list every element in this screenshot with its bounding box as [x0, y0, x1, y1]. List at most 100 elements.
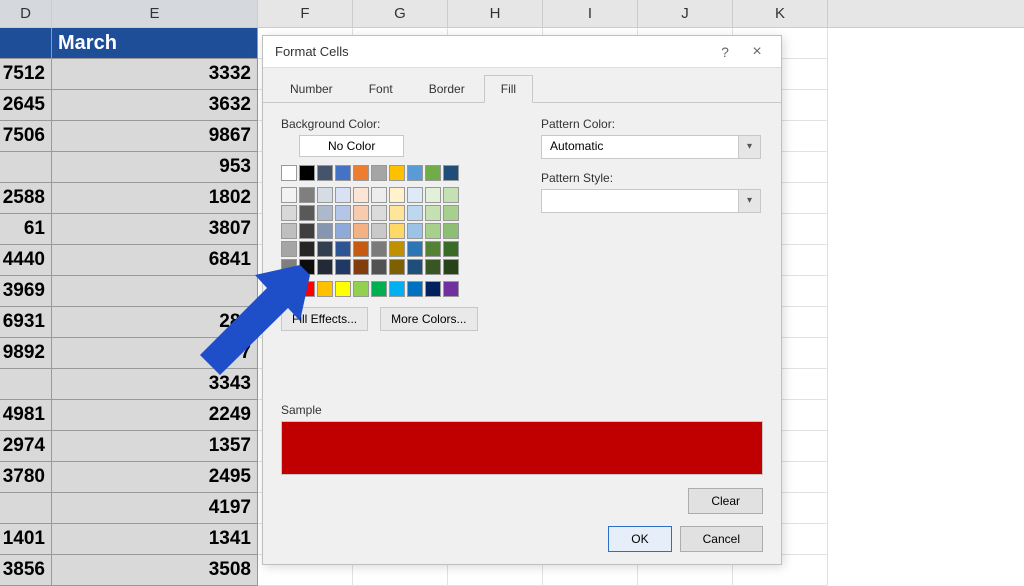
tab-border[interactable]: Border [412, 75, 482, 103]
color-swatch[interactable] [371, 223, 387, 239]
color-swatch[interactable] [335, 241, 351, 257]
data-cell[interactable]: 1401 [0, 524, 52, 555]
cancel-button[interactable]: Cancel [680, 526, 763, 552]
data-cell[interactable]: 3807 [52, 214, 258, 245]
color-swatch[interactable] [371, 165, 387, 181]
color-swatch[interactable] [425, 241, 441, 257]
data-cell[interactable]: 3632 [52, 90, 258, 121]
data-cell[interactable]: 1357 [52, 431, 258, 462]
data-cell[interactable]: 2495 [52, 462, 258, 493]
color-swatch[interactable] [389, 281, 405, 297]
color-swatch[interactable] [317, 223, 333, 239]
column-header-K[interactable]: K [733, 0, 828, 27]
color-swatch[interactable] [443, 223, 459, 239]
color-swatch[interactable] [353, 223, 369, 239]
no-color-button[interactable]: No Color [299, 135, 404, 157]
color-swatch[interactable] [317, 187, 333, 203]
color-swatch[interactable] [299, 281, 315, 297]
clear-button[interactable]: Clear [688, 488, 763, 514]
tab-font[interactable]: Font [352, 75, 410, 103]
column-header-E[interactable]: E [52, 0, 258, 27]
color-swatch[interactable] [371, 281, 387, 297]
color-swatch[interactable] [353, 241, 369, 257]
color-swatch[interactable] [443, 205, 459, 221]
column-header-F[interactable]: F [258, 0, 353, 27]
data-cell[interactable]: 2249 [52, 400, 258, 431]
color-swatch[interactable] [389, 205, 405, 221]
color-swatch[interactable] [407, 165, 423, 181]
data-cell[interactable] [52, 276, 258, 307]
data-cell[interactable]: 7 [52, 338, 258, 369]
color-swatch[interactable] [281, 187, 297, 203]
color-swatch[interactable] [317, 259, 333, 275]
color-swatch[interactable] [389, 165, 405, 181]
color-swatch[interactable] [407, 259, 423, 275]
data-cell[interactable]: 6931 [0, 307, 52, 338]
color-swatch[interactable] [407, 241, 423, 257]
data-cell[interactable]: 3343 [52, 369, 258, 400]
color-swatch[interactable] [371, 205, 387, 221]
color-swatch[interactable] [353, 281, 369, 297]
data-cell[interactable]: 61 [0, 214, 52, 245]
color-swatch[interactable] [299, 187, 315, 203]
pattern-color-dropdown[interactable]: Automatic ▾ [541, 135, 761, 159]
color-swatch[interactable] [443, 241, 459, 257]
color-swatch[interactable] [353, 259, 369, 275]
color-swatch[interactable] [335, 165, 351, 181]
column-header-J[interactable]: J [638, 0, 733, 27]
color-swatch[interactable] [389, 259, 405, 275]
data-cell[interactable]: 6841 [52, 245, 258, 276]
tab-fill[interactable]: Fill [484, 75, 533, 103]
color-swatch[interactable] [335, 205, 351, 221]
data-cell[interactable]: 3508 [52, 555, 258, 586]
column-header-H[interactable]: H [448, 0, 543, 27]
color-swatch[interactable] [389, 223, 405, 239]
color-swatch[interactable] [389, 187, 405, 203]
color-swatch[interactable] [335, 281, 351, 297]
data-cell[interactable]: 953 [52, 152, 258, 183]
color-swatch[interactable] [407, 223, 423, 239]
color-swatch[interactable] [299, 241, 315, 257]
color-swatch[interactable] [353, 205, 369, 221]
color-swatch[interactable] [371, 241, 387, 257]
color-swatch[interactable] [353, 165, 369, 181]
data-cell[interactable]: 9892 [0, 338, 52, 369]
color-swatch[interactable] [407, 187, 423, 203]
data-cell[interactable]: 3969 [0, 276, 52, 307]
color-swatch[interactable] [335, 259, 351, 275]
data-cell[interactable]: 2645 [0, 90, 52, 121]
color-swatch[interactable] [299, 205, 315, 221]
color-swatch[interactable] [281, 205, 297, 221]
data-cell[interactable]: 2588 [0, 183, 52, 214]
help-button[interactable]: ? [709, 44, 741, 60]
color-swatch[interactable] [425, 205, 441, 221]
color-swatch[interactable] [299, 223, 315, 239]
color-swatch[interactable] [317, 165, 333, 181]
header-cell[interactable]: March [52, 28, 258, 59]
data-cell[interactable]: 1341 [52, 524, 258, 555]
column-header-I[interactable]: I [543, 0, 638, 27]
data-cell[interactable]: 1802 [52, 183, 258, 214]
color-swatch[interactable] [317, 281, 333, 297]
color-swatch[interactable] [443, 281, 459, 297]
color-swatch[interactable] [335, 223, 351, 239]
close-button[interactable]: × [741, 43, 773, 61]
color-swatch[interactable] [281, 223, 297, 239]
data-cell[interactable]: 3780 [0, 462, 52, 493]
pattern-style-dropdown[interactable]: ▾ [541, 189, 761, 213]
data-cell[interactable]: 3856 [0, 555, 52, 586]
color-swatch[interactable] [317, 241, 333, 257]
column-header-D[interactable]: D [0, 0, 52, 27]
tab-number[interactable]: Number [273, 75, 350, 103]
color-swatch[interactable] [407, 205, 423, 221]
color-swatch[interactable] [335, 187, 351, 203]
data-cell[interactable] [0, 152, 52, 183]
data-cell[interactable]: 2974 [0, 431, 52, 462]
color-swatch-none[interactable] [281, 165, 297, 181]
color-swatch[interactable] [353, 187, 369, 203]
color-swatch[interactable] [425, 223, 441, 239]
header-cell[interactable] [0, 28, 52, 59]
color-swatch[interactable] [425, 165, 441, 181]
more-colors-button[interactable]: More Colors... [380, 307, 477, 331]
color-swatch[interactable] [443, 259, 459, 275]
